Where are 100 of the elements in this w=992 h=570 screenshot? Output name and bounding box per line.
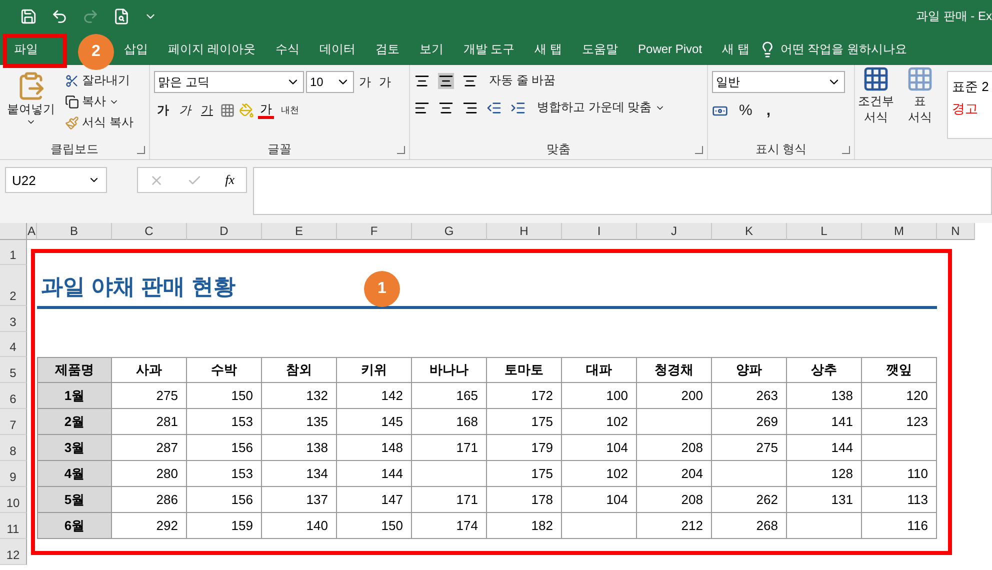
window-title: 과일 판매 - Ex xyxy=(916,8,992,25)
indent-icon[interactable] xyxy=(510,100,526,116)
ribbon-tab[interactable]: Power Pivot xyxy=(628,33,712,65)
row-header[interactable]: 9 xyxy=(0,461,27,487)
print-preview-icon[interactable] xyxy=(113,8,130,25)
dialog-launcher-icon[interactable] xyxy=(137,146,145,154)
number-format-field[interactable]: 일반 xyxy=(712,71,845,93)
insert-function-button[interactable]: fx xyxy=(225,172,235,188)
ribbon-tab[interactable]: 검토 xyxy=(365,33,410,65)
grow-font-button[interactable]: 가 xyxy=(356,72,374,92)
align-right-icon[interactable] xyxy=(462,100,478,116)
column-header[interactable]: H xyxy=(487,223,562,240)
column-header[interactable]: G xyxy=(412,223,487,240)
cut-button[interactable]: 잘라내기 xyxy=(62,71,136,90)
row-header[interactable]: 2 xyxy=(0,265,27,306)
row-header[interactable]: 5 xyxy=(0,357,27,383)
name-box[interactable]: U22 xyxy=(5,167,107,193)
ribbon-tab[interactable]: 도움말 xyxy=(572,33,628,65)
dialog-launcher-icon[interactable] xyxy=(695,146,703,154)
align-icon[interactable] xyxy=(414,72,430,88)
border-icon[interactable] xyxy=(220,103,235,118)
header-cell: 제품명 xyxy=(37,357,112,383)
table-cell: 104 xyxy=(562,487,637,513)
table-format-button[interactable]: 표 서식 xyxy=(903,65,937,159)
undo-icon[interactable] xyxy=(51,8,68,25)
underline-button[interactable]: 가 xyxy=(198,101,216,120)
wrap-text-button[interactable]: 자동 줄 바꿈 xyxy=(486,71,559,90)
ribbon-tab[interactable]: 삽입 xyxy=(114,33,158,65)
align-center-icon[interactable] xyxy=(438,100,454,116)
column-header[interactable]: M xyxy=(862,223,937,240)
tell-me-field[interactable]: 어떤 작업을 원하시나요 xyxy=(780,40,908,58)
align-icon[interactable] xyxy=(462,72,478,88)
table-cell: 182 xyxy=(487,513,562,539)
ribbon-tab[interactable]: 데이터 xyxy=(309,33,366,65)
cell-style[interactable]: 표준 2 xyxy=(952,78,989,96)
font-color-button[interactable]: 가 xyxy=(258,102,274,118)
column-header[interactable]: I xyxy=(562,223,637,240)
ribbon-tab[interactable]: 수식 xyxy=(265,33,310,65)
table-cell: 128 xyxy=(787,461,862,487)
comma-button[interactable]: , xyxy=(763,101,774,120)
column-header[interactable]: E xyxy=(262,223,337,240)
header-cell: 양파 xyxy=(712,357,787,383)
shrink-font-button[interactable]: 가 xyxy=(376,72,394,92)
column-header[interactable]: F xyxy=(337,223,412,240)
ribbon-tab[interactable]: 파일 xyxy=(4,33,48,65)
column-header[interactable]: C xyxy=(112,223,187,240)
row-header[interactable]: 11 xyxy=(0,513,27,539)
column-header[interactable]: L xyxy=(787,223,862,240)
row-header[interactable]: 3 xyxy=(0,306,27,332)
row-header[interactable]: 12 xyxy=(0,539,27,565)
indent-icon[interactable] xyxy=(486,100,502,116)
ribbon-tab[interactable]: 개발 도구 xyxy=(453,33,525,65)
table-cell: 138 xyxy=(262,435,337,461)
row-header[interactable]: 8 xyxy=(0,435,27,461)
row-header[interactable]: 1 xyxy=(0,240,27,265)
dialog-launcher-icon[interactable] xyxy=(397,146,405,154)
font-size-field[interactable]: 10 xyxy=(306,71,354,93)
table-cell: 200 xyxy=(637,383,712,409)
table-cell: 275 xyxy=(112,383,187,409)
column-header[interactable]: D xyxy=(187,223,262,240)
column-header[interactable]: A xyxy=(27,223,37,240)
format-painter-button[interactable]: 서식 복사 xyxy=(62,113,136,132)
align-icon[interactable] xyxy=(438,72,454,88)
table-cell: 144 xyxy=(787,435,862,461)
ribbon-tab[interactable]: 새 탭 xyxy=(712,33,760,65)
merge-center-button[interactable]: 병합하고 가운데 맞춤 xyxy=(534,98,668,117)
ribbon-tab[interactable]: 페이지 레이아웃 xyxy=(158,33,266,65)
ribbon-tab[interactable]: 보기 xyxy=(409,33,454,65)
row-header[interactable]: 4 xyxy=(0,332,27,357)
column-header[interactable]: N xyxy=(937,223,975,240)
table-cell: 153 xyxy=(187,409,262,435)
header-cell: 키위 xyxy=(337,357,412,383)
column-header[interactable]: B xyxy=(37,223,112,240)
phonetic-button[interactable]: 내천 xyxy=(278,103,302,118)
bold-button[interactable]: 가 xyxy=(154,101,172,120)
row-header[interactable]: 6 xyxy=(0,383,27,409)
column-header[interactable]: J xyxy=(637,223,712,240)
fill-color-icon[interactable] xyxy=(239,103,254,118)
conditional-format-button[interactable]: 조건부 서식 xyxy=(855,65,897,159)
copy-button[interactable]: 복사 xyxy=(62,92,136,111)
table-cell: 179 xyxy=(487,435,562,461)
ribbon-tab[interactable]: 새 탭 xyxy=(524,33,572,65)
group-label: 글꼴 xyxy=(266,141,292,158)
percent-button[interactable]: % xyxy=(736,101,756,120)
table-cell: 100 xyxy=(562,383,637,409)
row-header[interactable]: 7 xyxy=(0,409,27,435)
cell-style[interactable]: 경고 xyxy=(952,100,989,118)
table-cell: 153 xyxy=(187,461,262,487)
save-icon[interactable] xyxy=(20,8,37,25)
font-name-field[interactable]: 맑은 고딕 xyxy=(154,71,304,93)
table-cell: 113 xyxy=(862,487,937,513)
row-header[interactable]: 10 xyxy=(0,487,27,513)
dialog-launcher-icon[interactable] xyxy=(842,146,850,154)
align-left-icon[interactable] xyxy=(414,100,430,116)
italic-button[interactable]: 가 xyxy=(176,101,194,120)
table-cell: 156 xyxy=(187,435,262,461)
column-header[interactable]: K xyxy=(712,223,787,240)
table-cell: 104 xyxy=(562,435,637,461)
formula-field[interactable] xyxy=(253,167,992,215)
paste-button[interactable]: 붙여넣기 xyxy=(4,71,58,139)
